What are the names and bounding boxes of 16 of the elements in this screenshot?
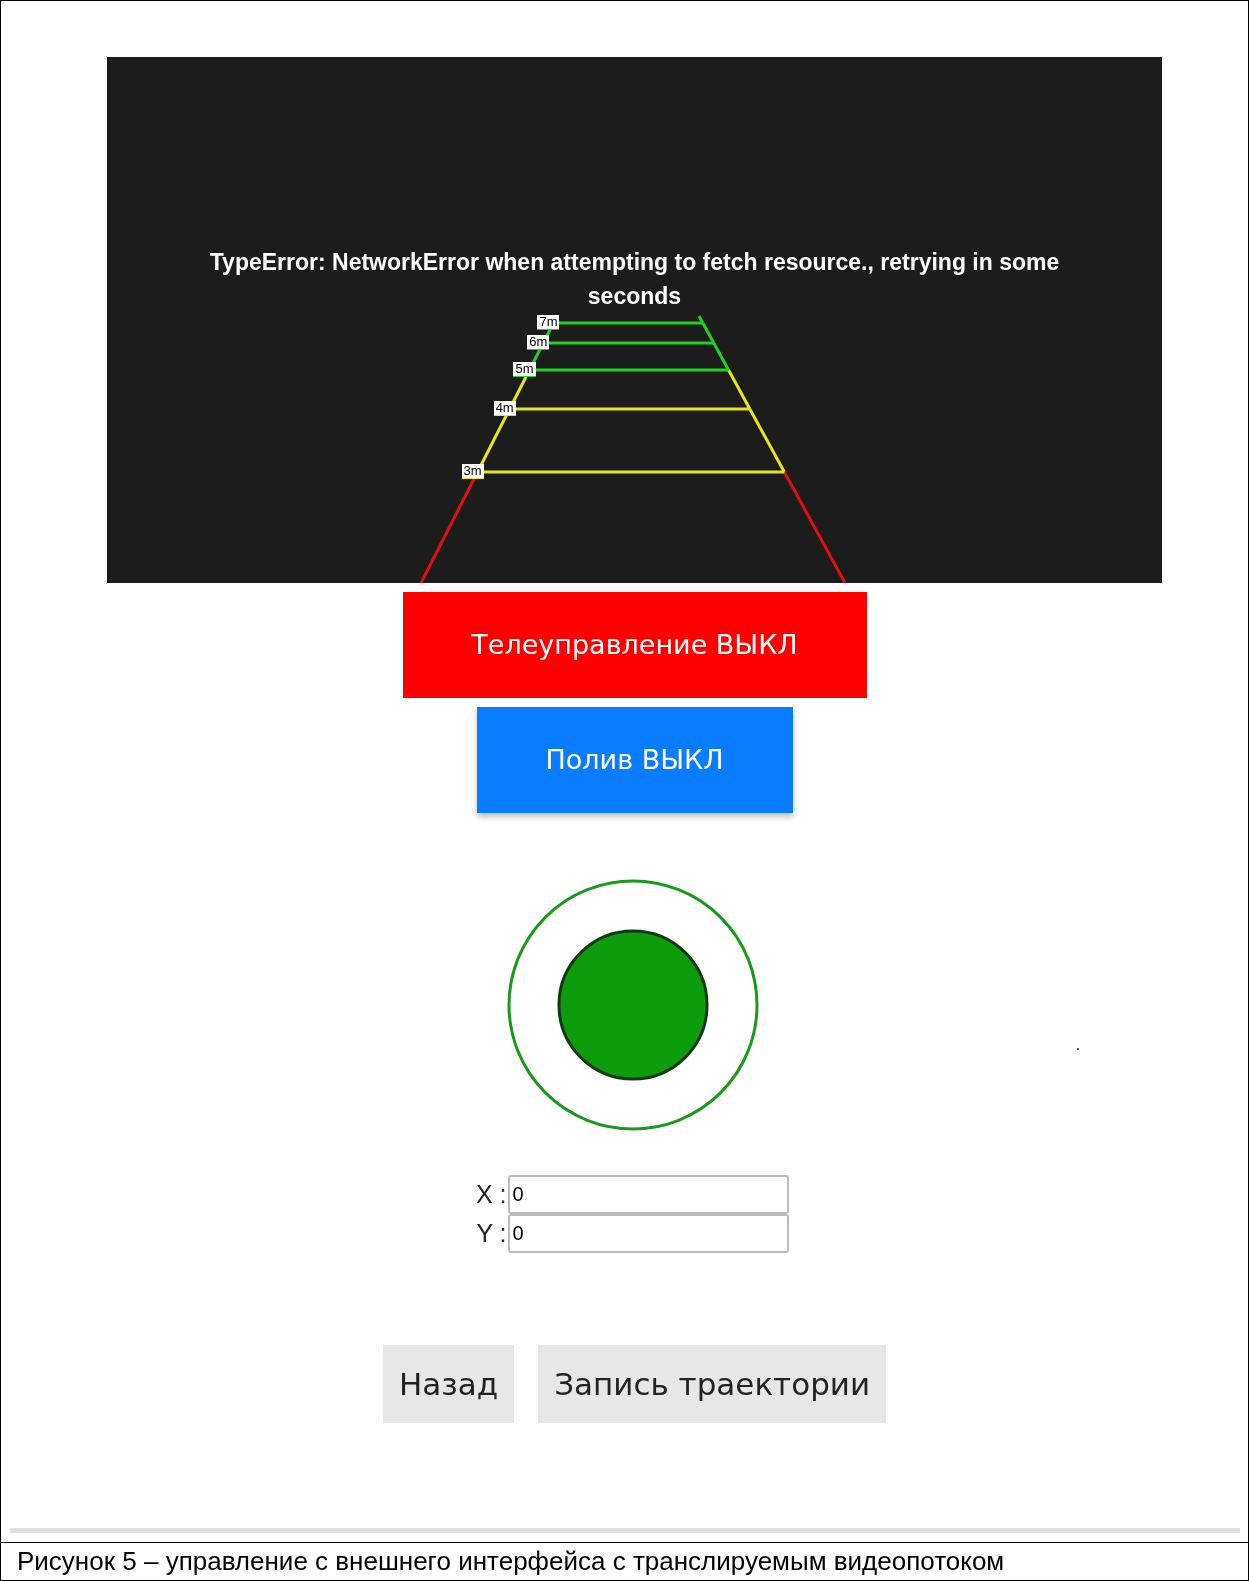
coordinate-field[interactable]: 0 bbox=[507, 1214, 789, 1253]
field-label: X : bbox=[474, 1178, 507, 1210]
distance-label: 3m bbox=[461, 464, 484, 479]
joystick[interactable] bbox=[506, 879, 759, 1131]
distance-label: 4m bbox=[493, 401, 516, 416]
distance-label: 7m bbox=[537, 315, 560, 330]
toggle-button[interactable]: Полив ВЫКЛ bbox=[476, 707, 793, 813]
distance-label: 6m bbox=[527, 335, 550, 350]
action-button[interactable]: Запись траектории bbox=[538, 1345, 887, 1423]
error-message: TypeError: NetworkError when attempting to fetch resource., retrying in some seconds bbox=[208, 248, 1061, 311]
field-label: Y : bbox=[475, 1217, 507, 1249]
figure-caption: Рисунок 5 – управление с внешнего интерфейса с транслируемым видеопотоком bbox=[17, 1545, 1005, 1578]
coordinate-field[interactable]: 0 bbox=[507, 1175, 789, 1214]
action-button[interactable]: Назад bbox=[382, 1345, 515, 1423]
toggle-button[interactable]: Телеуправление ВЫКЛ bbox=[402, 592, 867, 698]
distance-label: 5m bbox=[513, 362, 536, 377]
